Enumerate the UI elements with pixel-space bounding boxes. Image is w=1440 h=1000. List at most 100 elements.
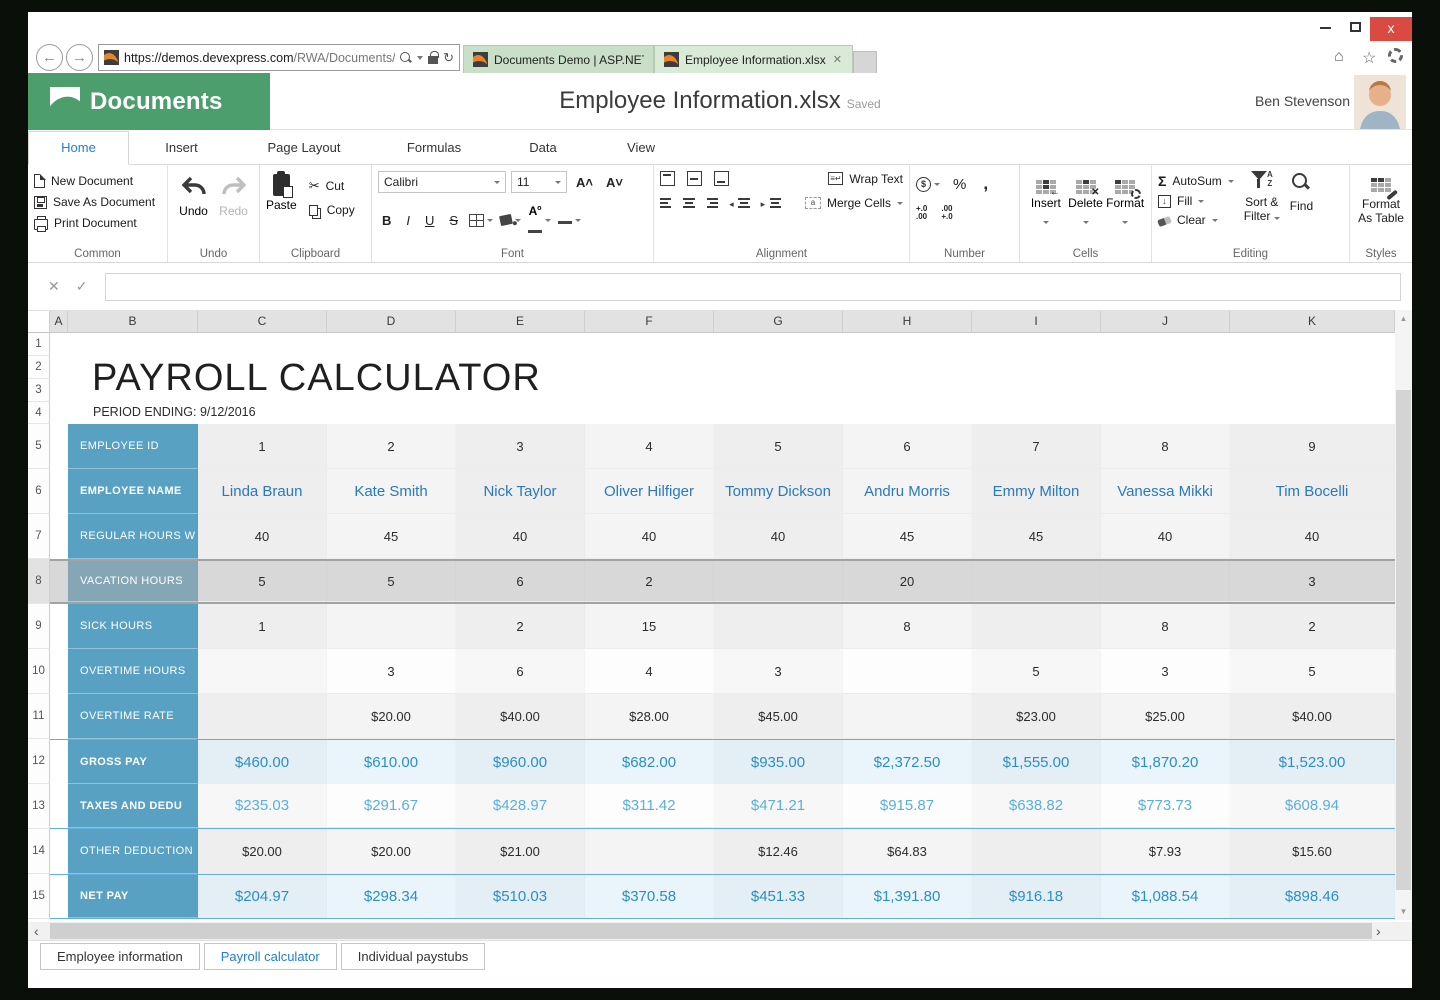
row-header-9[interactable]: 9 (28, 604, 50, 649)
cell-K12[interactable]: $1,523.00 (1230, 740, 1395, 784)
cell-I14[interactable] (972, 829, 1101, 874)
clear-button[interactable]: Clear (1158, 213, 1234, 227)
user-avatar[interactable] (1354, 75, 1406, 129)
cell-C13[interactable]: $235.03 (198, 784, 327, 828)
scroll-right-icon[interactable]: › (1376, 922, 1381, 940)
paste-button[interactable]: Paste (266, 174, 297, 217)
home-icon[interactable]: ⌂ (1334, 48, 1344, 66)
cell-F8[interactable]: 2 (585, 561, 714, 602)
cell-G13[interactable]: $471.21 (714, 784, 843, 828)
close-button[interactable]: x (1370, 17, 1412, 41)
fill-color-button[interactable] (500, 215, 521, 225)
cell-H11[interactable] (843, 694, 972, 739)
align-left-button[interactable] (660, 198, 671, 207)
cell-B7-label[interactable]: REGULAR HOURS W (68, 514, 198, 559)
cell-B6-label[interactable]: EMPLOYEE NAME (68, 469, 198, 514)
minimize-button[interactable] (1312, 17, 1338, 41)
font-family-select[interactable]: Calibri (378, 171, 506, 193)
column-header-D[interactable]: D (327, 311, 456, 333)
cell-C15[interactable]: $204.97 (198, 875, 327, 918)
sort-filter-button[interactable]: AZ Sort &Filter (1244, 171, 1280, 227)
cell-I7[interactable]: 45 (972, 514, 1101, 559)
cell-G6[interactable]: Tommy Dickson (714, 469, 843, 514)
row-header-15[interactable]: 15 (28, 874, 50, 919)
cell-C14[interactable]: $20.00 (198, 829, 327, 874)
cell-E5[interactable]: 3 (456, 424, 585, 469)
ribbon-tab-view[interactable]: View (592, 132, 690, 164)
cell-C7[interactable]: 40 (198, 514, 327, 559)
cell-J7[interactable]: 40 (1101, 514, 1230, 559)
cell-I8[interactable] (972, 561, 1101, 602)
title-rows-area[interactable] (50, 333, 1395, 424)
cell-B14-label[interactable]: OTHER DEDUCTION (68, 829, 198, 874)
cell-D8[interactable]: 5 (327, 561, 456, 602)
cell-G15[interactable]: $451.33 (714, 875, 843, 918)
row-header-2[interactable]: 2 (28, 356, 50, 379)
insert-cells-button[interactable]: ← Insert (1026, 171, 1066, 229)
cell-H10[interactable] (843, 649, 972, 694)
save-as-document-button[interactable]: Save As Document (34, 195, 161, 209)
cell-C10[interactable] (198, 649, 327, 694)
ribbon-tab-home[interactable]: Home (28, 131, 129, 165)
row-header-12[interactable]: 12 (28, 739, 50, 784)
cell-A5[interactable] (50, 424, 68, 469)
column-header-C[interactable]: C (198, 311, 327, 333)
cell-D11[interactable]: $20.00 (327, 694, 456, 739)
cell-E7[interactable]: 40 (456, 514, 585, 559)
delete-cells-button[interactable]: ✕ Delete (1066, 171, 1106, 229)
cell-D5[interactable]: 2 (327, 424, 456, 469)
cell-J10[interactable]: 3 (1101, 649, 1230, 694)
cell-K13[interactable]: $608.94 (1230, 784, 1395, 828)
settings-gear-icon[interactable] (1388, 48, 1403, 63)
cell-E12[interactable]: $960.00 (456, 740, 585, 784)
cell-A10[interactable] (50, 649, 68, 694)
cell-B8-label[interactable]: VACATION HOURS (68, 561, 198, 602)
ribbon-tab-insert[interactable]: Insert (129, 132, 234, 164)
align-bottom-button[interactable] (714, 171, 729, 186)
column-header-G[interactable]: G (714, 311, 843, 333)
cell-H9[interactable]: 8 (843, 604, 972, 649)
cell-G7[interactable]: 40 (714, 514, 843, 559)
cell-F13[interactable]: $311.42 (585, 784, 714, 828)
cell-J12[interactable]: $1,870.20 (1101, 740, 1230, 784)
refresh-icon[interactable]: ↻ (443, 50, 454, 66)
fill-button[interactable]: ↓Fill (1158, 194, 1234, 208)
row-header-7[interactable]: 7 (28, 514, 50, 559)
print-document-button[interactable]: Print Document (34, 216, 161, 230)
horizontal-scroll-thumb[interactable] (50, 923, 1372, 939)
cell-F12[interactable]: $682.00 (585, 740, 714, 784)
favorites-star-icon[interactable]: ☆ (1362, 48, 1376, 68)
cell-A6[interactable] (50, 469, 68, 514)
cell-F6[interactable]: Oliver Hilfiger (585, 469, 714, 514)
cell-A7[interactable] (50, 514, 68, 559)
row-header-4[interactable]: 4 (28, 402, 50, 424)
cell-D7[interactable]: 45 (327, 514, 456, 559)
autosum-button[interactable]: ΣAutoSum (1158, 173, 1234, 189)
column-header-F[interactable]: F (585, 311, 714, 333)
horizontal-scrollbar[interactable]: ‹ › (28, 922, 1412, 940)
cell-B5-label[interactable]: EMPLOYEE ID (68, 424, 198, 469)
vertical-scroll-thumb[interactable] (1396, 390, 1411, 890)
cell-E13[interactable]: $428.97 (456, 784, 585, 828)
cell-F11[interactable]: $28.00 (585, 694, 714, 739)
cell-D10[interactable]: 3 (327, 649, 456, 694)
cell-J9[interactable]: 8 (1101, 604, 1230, 649)
cell-D9[interactable] (327, 604, 456, 649)
back-button[interactable]: ← (36, 44, 63, 71)
italic-button[interactable]: I (402, 212, 414, 229)
row-header-3[interactable]: 3 (28, 379, 50, 402)
cell-K9[interactable]: 2 (1230, 604, 1395, 649)
new-tab-button[interactable] (853, 51, 877, 73)
cell-K10[interactable]: 5 (1230, 649, 1395, 694)
increase-decimal-button[interactable]: +.0.00 (916, 205, 927, 221)
cell-B9-label[interactable]: SICK HOURS (68, 604, 198, 649)
row-header-13[interactable]: 13 (28, 784, 50, 829)
cell-I10[interactable]: 5 (972, 649, 1101, 694)
cell-G12[interactable]: $935.00 (714, 740, 843, 784)
row-header-11[interactable]: 11 (28, 694, 50, 739)
cell-B11-label[interactable]: OVERTIME RATE (68, 694, 198, 739)
cut-button[interactable]: ✂Cut (309, 178, 355, 194)
cell-J15[interactable]: $1,088.54 (1101, 875, 1230, 918)
cell-E8[interactable]: 6 (456, 561, 585, 602)
cell-G8[interactable] (714, 561, 843, 602)
